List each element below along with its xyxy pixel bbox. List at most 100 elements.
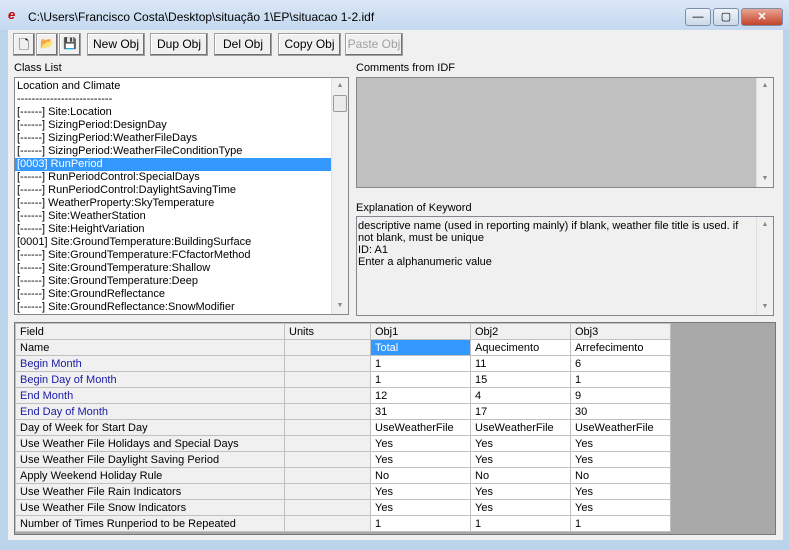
open-folder-icon: 📂	[40, 38, 54, 50]
value-cell[interactable]: Yes	[470, 435, 571, 452]
class-list[interactable]: Location and Climate --------------------…	[14, 77, 349, 315]
value-cell[interactable]: 30	[570, 403, 671, 420]
value-cell[interactable]: Total	[370, 339, 471, 356]
class-list-item[interactable]: [------] RunPeriodControl:SpecialDays	[15, 171, 348, 184]
value-cell[interactable]: 1	[470, 515, 571, 532]
scroll-down-icon[interactable]: ▼	[757, 299, 773, 315]
field-units	[284, 483, 371, 500]
comments-scrollbar[interactable]: ▲ ▼	[756, 78, 773, 187]
save-icon: 💾	[63, 38, 77, 50]
value-cell[interactable]: 1	[570, 515, 671, 532]
class-list-item[interactable]: [------] Site:GroundReflectance	[15, 288, 348, 301]
open-file-button[interactable]: 📂	[36, 33, 58, 56]
maximize-button[interactable]: ▢	[713, 8, 739, 26]
value-cell[interactable]: 1	[570, 371, 671, 388]
window-title: C:\Users\Francisco Costa\Desktop\situaçã…	[28, 10, 375, 24]
table-row: Day of Week for Start Day UseWeatherFile U…	[15, 419, 671, 436]
explanation-scrollbar[interactable]: ▲ ▼	[756, 217, 773, 315]
comments-label: Comments from IDF	[356, 62, 456, 74]
scroll-down-icon[interactable]: ▼	[757, 171, 773, 187]
class-list-item[interactable]: [0001] Site:GroundTemperature:BuildingSu…	[15, 236, 348, 249]
object-grid[interactable]: Field Units Obj1 Obj2 Obj3 Name Total Aque…	[14, 322, 776, 535]
class-list-item[interactable]: [------] SizingPeriod:WeatherFileConditi…	[15, 145, 348, 158]
value-cell[interactable]: 11	[470, 355, 571, 372]
value-cell[interactable]: No	[570, 467, 671, 484]
class-list-item[interactable]: [------] Site:GroundTemperature:Deep	[15, 275, 348, 288]
field-units	[284, 499, 371, 516]
field-units	[284, 387, 371, 404]
header-obj1[interactable]: Obj1	[370, 323, 471, 340]
class-list-item[interactable]: [------] Site:GroundReflectance:SnowModi…	[15, 301, 348, 314]
value-cell[interactable]: 9	[570, 387, 671, 404]
class-list-item[interactable]: [------] Site:HeightVariation	[15, 223, 348, 236]
minimize-button[interactable]: —	[685, 8, 711, 26]
value-cell[interactable]: Yes	[470, 499, 571, 516]
header-units: Units	[284, 323, 371, 340]
class-list-item[interactable]: Location and Climate	[15, 80, 348, 93]
header-obj2[interactable]: Obj2	[470, 323, 571, 340]
value-cell[interactable]: 31	[370, 403, 471, 420]
value-cell[interactable]: Aquecimento	[470, 339, 571, 356]
main-window: 🗋 📂 💾 New Obj Dup Obj Del Obj Copy Obj P…	[8, 30, 783, 540]
value-cell[interactable]: Yes	[570, 499, 671, 516]
new-obj-button[interactable]: New Obj	[87, 33, 145, 56]
value-cell[interactable]: Yes	[370, 499, 471, 516]
value-cell[interactable]: Yes	[370, 483, 471, 500]
paste-obj-button[interactable]: Paste Obj	[345, 33, 403, 56]
field-units	[284, 435, 371, 452]
value-cell[interactable]: Yes	[470, 451, 571, 468]
value-cell[interactable]: UseWeatherFile	[370, 419, 471, 436]
value-cell[interactable]: 17	[470, 403, 571, 420]
scroll-up-icon[interactable]: ▲	[332, 78, 348, 94]
copy-obj-button[interactable]: Copy Obj	[278, 33, 341, 56]
comments-textarea[interactable]: ▲ ▼	[356, 77, 774, 188]
value-cell[interactable]: Yes	[570, 435, 671, 452]
close-button[interactable]: ✕	[741, 8, 783, 26]
value-cell[interactable]: UseWeatherFile	[570, 419, 671, 436]
class-list-item[interactable]: [------] Site:GroundTemperature:Shallow	[15, 262, 348, 275]
field-units	[284, 371, 371, 388]
class-list-item[interactable]: [------] Site:Location	[15, 106, 348, 119]
scroll-up-icon[interactable]: ▲	[757, 217, 773, 233]
class-list-scrollbar[interactable]: ▲ ▼	[331, 78, 348, 314]
value-cell[interactable]: 1	[370, 371, 471, 388]
field-units	[284, 339, 371, 356]
class-list-item[interactable]: [------] Site:GroundTemperature:FCfactor…	[15, 249, 348, 262]
field-name: End Month	[15, 387, 285, 404]
value-cell[interactable]: 15	[470, 371, 571, 388]
header-field: Field	[15, 323, 285, 340]
class-list-item[interactable]: [------] RunPeriodControl:DaylightSaving…	[15, 184, 348, 197]
class-list-item[interactable]: [------] SizingPeriod:DesignDay	[15, 119, 348, 132]
scroll-up-icon[interactable]: ▲	[757, 78, 773, 94]
class-list-item[interactable]: [------] SizingPeriod:WeatherFileDays	[15, 132, 348, 145]
value-cell[interactable]: Yes	[370, 451, 471, 468]
value-cell[interactable]: No	[370, 467, 471, 484]
new-file-button[interactable]: 🗋	[13, 33, 35, 56]
title-bar: e C:\Users\Francisco Costa\Desktop\situa…	[0, 0, 789, 30]
class-list-item[interactable]: [------] WeatherProperty:SkyTemperature	[15, 197, 348, 210]
dup-obj-button[interactable]: Dup Obj	[150, 33, 208, 56]
value-cell[interactable]: 4	[470, 387, 571, 404]
class-list-item[interactable]: [------] Site:WeatherStation	[15, 210, 348, 223]
scroll-thumb[interactable]	[333, 95, 347, 112]
save-file-button[interactable]: 💾	[59, 33, 81, 56]
value-cell[interactable]: 1	[370, 355, 471, 372]
value-cell[interactable]: UseWeatherFile	[470, 419, 571, 436]
value-cell[interactable]: Yes	[370, 435, 471, 452]
value-cell[interactable]: 1	[370, 515, 471, 532]
header-obj3[interactable]: Obj3	[570, 323, 671, 340]
value-cell[interactable]: Yes	[570, 483, 671, 500]
scroll-down-icon[interactable]: ▼	[332, 298, 348, 314]
value-cell[interactable]: 12	[370, 387, 471, 404]
value-cell[interactable]: No	[470, 467, 571, 484]
value-cell[interactable]: Yes	[570, 451, 671, 468]
value-cell[interactable]: Arrefecimento	[570, 339, 671, 356]
explanation-line: Enter a alphanumeric value	[358, 256, 492, 268]
class-list-item[interactable]: [0003] RunPeriod	[15, 158, 348, 171]
field-name: Number of Times Runperiod to be Repeated	[15, 515, 285, 532]
value-cell[interactable]: Yes	[470, 483, 571, 500]
class-list-item[interactable]: --------------------------	[15, 93, 348, 106]
del-obj-button[interactable]: Del Obj	[214, 33, 272, 56]
value-cell[interactable]: 6	[570, 355, 671, 372]
field-name: Use Weather File Daylight Saving Period	[15, 451, 285, 468]
